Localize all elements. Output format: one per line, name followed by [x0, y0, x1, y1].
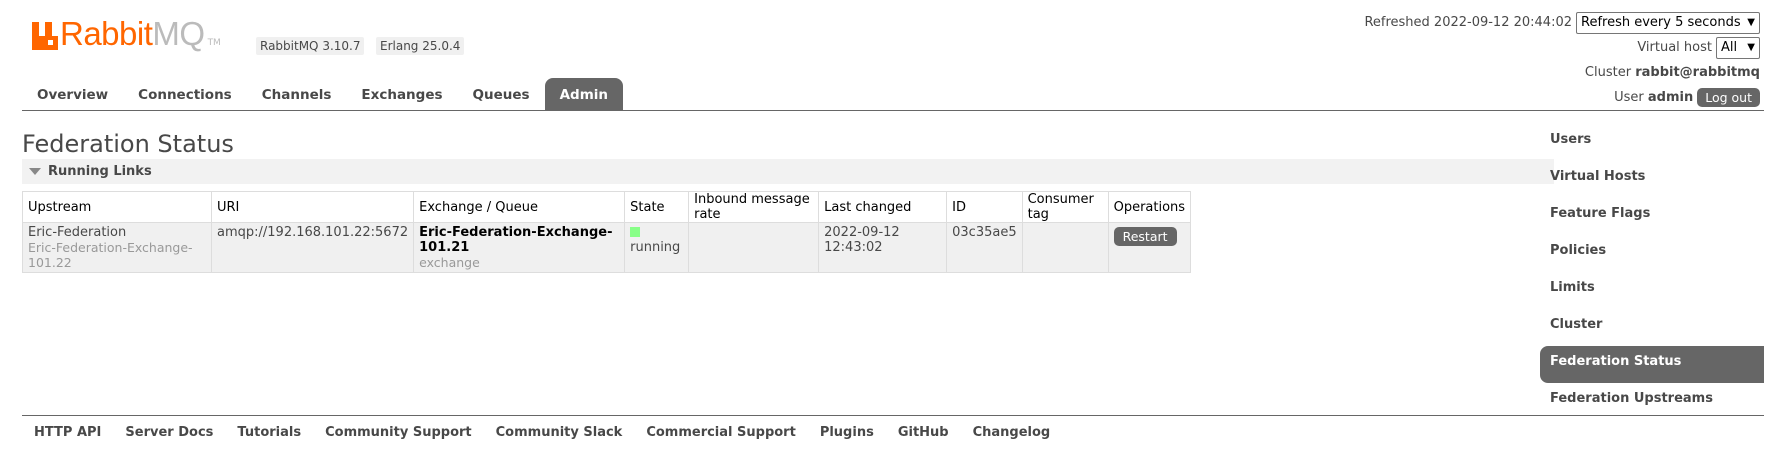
exchange-type: exchange [419, 255, 480, 270]
erlang-version-badge: Erlang 25.0.4 [376, 37, 465, 55]
admin-sidebar: Users Virtual Hosts Feature Flags Polici… [1540, 124, 1764, 420]
footer-link-http-api[interactable]: HTTP API [22, 422, 113, 444]
chevron-down-icon: ▼ [1747, 17, 1755, 28]
rabbitmq-logo[interactable]: Rabbit MQ TM [32, 15, 221, 52]
footer-links: HTTP API Server Docs Tutorials Community… [22, 422, 1062, 444]
cluster-name: rabbit@rabbitmq [1635, 65, 1760, 80]
logout-button[interactable]: Log out [1697, 88, 1760, 107]
cell-inbound-rate [688, 222, 820, 273]
vhost-label: Virtual host [1637, 40, 1712, 55]
footer-link-github[interactable]: GitHub [886, 422, 961, 444]
vhost-value: All [1721, 40, 1738, 55]
running-status-icon [630, 227, 641, 237]
tab-queues[interactable]: Queues [458, 78, 545, 111]
sidebar-item-users[interactable]: Users [1540, 124, 1764, 161]
section-title: Running Links [48, 164, 152, 179]
sidebar-item-limits[interactable]: Limits [1540, 272, 1764, 309]
page-title: Federation Status [22, 130, 234, 158]
cell-upstream: Eric-Federation Eric-Federation-Exchange… [22, 222, 212, 273]
tab-channels[interactable]: Channels [247, 78, 347, 111]
col-state: State [624, 191, 690, 223]
cluster-label: Cluster [1584, 65, 1632, 80]
refreshed-time: 2022-09-12 20:44:02 [1433, 15, 1572, 30]
col-operations: Operations [1107, 191, 1192, 223]
sidebar-item-virtual-hosts[interactable]: Virtual Hosts [1540, 161, 1764, 198]
state-text: running [630, 240, 681, 255]
col-exchange-queue: Exchange / Queue [413, 191, 626, 223]
footer-link-server-docs[interactable]: Server Docs [113, 422, 225, 444]
cell-consumer-tag [1021, 222, 1109, 273]
cell-id: 03c35ae5 [946, 222, 1023, 273]
logo-text-mq: MQ [152, 15, 205, 52]
chevron-down-icon: ▼ [1747, 42, 1755, 53]
footer-link-commercial-support[interactable]: Commercial Support [634, 422, 808, 444]
page: Rabbit MQ TM RabbitMQ 3.10.7 Erlang 25.0.4… [0, 0, 1766, 464]
rabbit-logo-icon [32, 22, 58, 50]
tab-connections[interactable]: Connections [123, 78, 247, 111]
upstream-name: Eric-Federation [28, 225, 127, 240]
footer-link-community-slack[interactable]: Community Slack [484, 422, 635, 444]
refreshed-label: Refreshed [1364, 15, 1430, 30]
cell-exchange: Eric-Federation-Exchange-101.21 exchange [413, 222, 626, 273]
footer-link-changelog[interactable]: Changelog [961, 422, 1063, 444]
cluster-row: Cluster rabbit@rabbitmq [1340, 60, 1760, 85]
upstream-set: Eric-Federation-Exchange-101.22 [28, 240, 193, 270]
logo-text-rabbit: Rabbit [60, 15, 153, 52]
vhost-select[interactable]: All ▼ [1716, 36, 1760, 59]
cell-uri: amqp://192.168.101.22:5672 [210, 222, 415, 273]
col-inbound-rate: Inbound message rate [688, 191, 820, 223]
user-label: User [1614, 90, 1644, 105]
user-row: User admin Log out [1340, 85, 1760, 110]
footer-divider [22, 415, 1764, 416]
cell-last-changed: 2022-09-12 12:43:02 [818, 222, 948, 273]
main-tabs: Overview Connections Channels Exchanges … [22, 78, 623, 111]
running-links-section-toggle[interactable]: Running Links [22, 159, 1554, 184]
vhost-row: Virtual host All ▼ [1340, 35, 1760, 60]
table-header-row: Upstream URI Exchange / Queue State Inbo… [22, 191, 1192, 223]
footer-link-plugins[interactable]: Plugins [808, 422, 886, 444]
col-last-changed: Last changed [818, 191, 948, 223]
sidebar-item-federation-status[interactable]: Federation Status [1540, 346, 1764, 383]
rabbitmq-version-badge: RabbitMQ 3.10.7 [256, 37, 365, 55]
col-id: ID [946, 191, 1023, 223]
footer-link-community-support[interactable]: Community Support [313, 422, 484, 444]
sidebar-item-feature-flags[interactable]: Feature Flags [1540, 198, 1764, 235]
tab-exchanges[interactable]: Exchanges [346, 78, 457, 111]
header-status: Refreshed 2022-09-12 20:44:02 Refresh ev… [1340, 10, 1760, 110]
col-upstream: Upstream [22, 191, 212, 223]
tab-overview[interactable]: Overview [22, 78, 123, 111]
cell-state: running [624, 222, 690, 273]
exchange-name: Eric-Federation-Exchange-101.21 [419, 225, 613, 255]
restart-button[interactable]: Restart [1113, 227, 1177, 246]
tab-admin[interactable]: Admin [544, 78, 623, 111]
tabs-divider [22, 110, 1764, 111]
cell-operations: Restart [1107, 222, 1192, 273]
table-row: Eric-Federation Eric-Federation-Exchange… [22, 222, 1192, 273]
refresh-row: Refreshed 2022-09-12 20:44:02 Refresh ev… [1340, 10, 1760, 35]
user-name: admin [1647, 90, 1694, 105]
collapse-triangle-icon [29, 168, 41, 175]
sidebar-item-cluster[interactable]: Cluster [1540, 309, 1764, 346]
running-links-table: Upstream URI Exchange / Queue State Inbo… [22, 191, 1192, 273]
footer-link-tutorials[interactable]: Tutorials [225, 422, 313, 444]
refresh-interval-value: Refresh every 5 seconds [1581, 15, 1741, 30]
logo-trademark: TM [207, 38, 221, 48]
sidebar-item-policies[interactable]: Policies [1540, 235, 1764, 272]
col-uri: URI [210, 191, 415, 223]
refresh-interval-select[interactable]: Refresh every 5 seconds ▼ [1576, 11, 1760, 34]
col-consumer-tag: Consumer tag [1021, 191, 1109, 223]
